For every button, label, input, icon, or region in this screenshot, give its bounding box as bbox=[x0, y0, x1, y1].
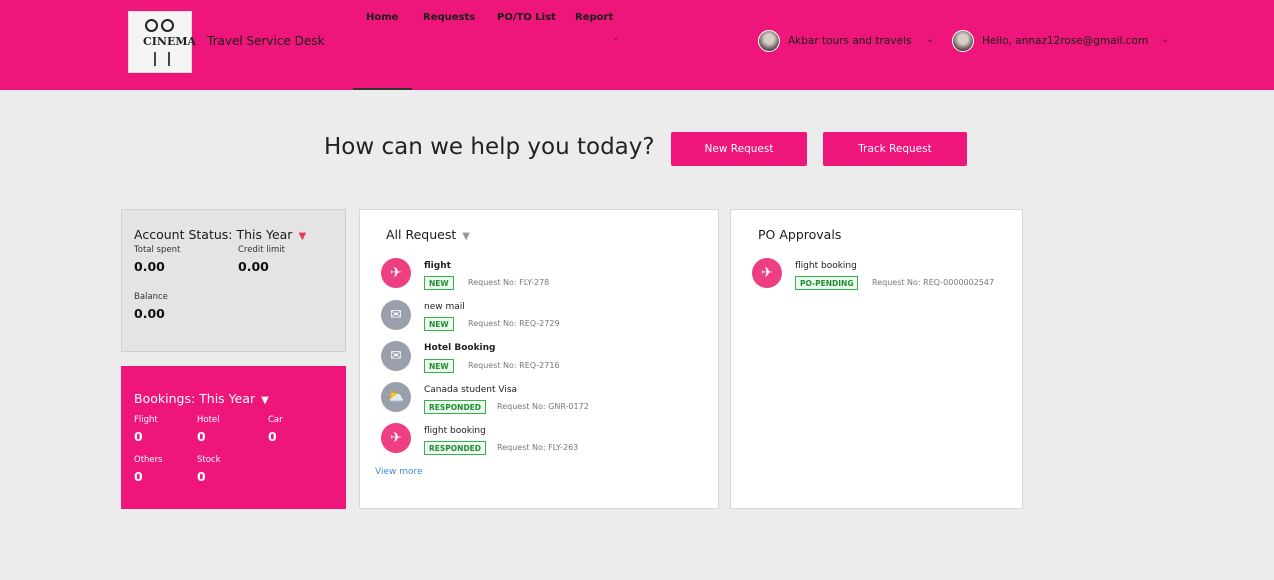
request-number: Request No: REQ-0000002547 bbox=[872, 278, 995, 287]
stock-label: Stock bbox=[197, 455, 221, 465]
balance-label: Balance bbox=[134, 292, 168, 302]
credit-limit-label: Credit limit bbox=[238, 245, 285, 255]
bookings-card: Bookings: This Year ▼ Flight 0 Hotel 0 Ca… bbox=[121, 366, 346, 509]
account-status-card: Account Status: This Year ▼ Total spent 0… bbox=[121, 209, 346, 352]
request-title[interactable]: new mail bbox=[424, 302, 465, 312]
top-navbar: CINEMA Travel Service Desk Home Requests… bbox=[0, 0, 1274, 90]
status-badge: NEW bbox=[424, 317, 454, 331]
flight-label: Flight bbox=[134, 415, 158, 425]
request-title[interactable]: flight bbox=[424, 261, 451, 271]
all-requests-title[interactable]: All Request ▼ bbox=[386, 227, 470, 242]
active-nav-indicator bbox=[353, 88, 412, 90]
mail-icon: ✉ bbox=[381, 300, 411, 330]
status-badge: NEW bbox=[424, 276, 454, 290]
nav-po-to-list[interactable]: PO/TO List bbox=[497, 12, 556, 23]
weather-icon: ⛅ bbox=[381, 382, 411, 412]
status-badge: RESPONDED bbox=[424, 400, 487, 414]
logo-text: CINEMA bbox=[143, 35, 197, 48]
hotel-value: 0 bbox=[197, 429, 206, 444]
request-number: Request No: FLY-263 bbox=[497, 443, 579, 452]
account-status-title[interactable]: Account Status: This Year ▼ bbox=[134, 227, 306, 242]
stock-value: 0 bbox=[197, 469, 206, 484]
request-title[interactable]: flight booking bbox=[795, 261, 857, 271]
bookings-title[interactable]: Bookings: This Year ▼ bbox=[134, 391, 269, 406]
request-title[interactable]: Canada student Visa bbox=[424, 385, 517, 395]
car-value: 0 bbox=[268, 429, 277, 444]
credit-limit-value: 0.00 bbox=[238, 259, 269, 274]
nav-requests[interactable]: Requests bbox=[423, 12, 475, 23]
tripod-icon bbox=[154, 52, 170, 66]
nav-home[interactable]: Home bbox=[366, 12, 398, 23]
plane-icon: ✈ bbox=[752, 258, 782, 288]
po-approvals-title: PO Approvals bbox=[758, 227, 842, 242]
hero-question: How can we help you today? bbox=[324, 134, 655, 160]
po-approvals-card: PO Approvals ✈ flight booking PO-PENDING… bbox=[730, 209, 1023, 509]
plane-icon: ✈ bbox=[381, 258, 411, 288]
balance-value: 0.00 bbox=[134, 306, 165, 321]
company-chevron-down-icon[interactable]: ⌄ bbox=[926, 34, 934, 45]
company-logo[interactable]: CINEMA bbox=[128, 11, 196, 73]
request-number: Request No: FLY-278 bbox=[468, 278, 550, 287]
caret-down-icon[interactable]: ▼ bbox=[261, 395, 269, 406]
film-reel-icon bbox=[145, 19, 158, 32]
request-title[interactable]: flight booking bbox=[424, 426, 486, 436]
status-badge: PO-PENDING bbox=[795, 276, 859, 290]
others-value: 0 bbox=[134, 469, 143, 484]
user-greeting[interactable]: Hello, annaz12rose@gmail.com bbox=[982, 35, 1148, 47]
view-more-link[interactable]: View more bbox=[375, 467, 423, 477]
nav-report[interactable]: Report bbox=[575, 12, 613, 23]
company-avatar[interactable] bbox=[758, 30, 780, 52]
film-reel-icon bbox=[161, 19, 174, 32]
user-avatar[interactable] bbox=[952, 30, 974, 52]
new-request-button[interactable]: New Request bbox=[671, 132, 807, 166]
status-badge: RESPONDED bbox=[424, 441, 487, 455]
car-label: Car bbox=[268, 415, 283, 425]
request-number: Request No: REQ-2716 bbox=[468, 361, 560, 370]
hotel-label: Hotel bbox=[197, 415, 220, 425]
all-requests-card: All Request ▼ ✈ flight NEW Request No: FL… bbox=[359, 209, 719, 509]
request-number: Request No: REQ-2729 bbox=[468, 319, 560, 328]
company-name[interactable]: Akbar tours and travels bbox=[788, 35, 911, 47]
app-title: Travel Service Desk bbox=[207, 34, 325, 48]
caret-down-icon[interactable]: ▼ bbox=[298, 231, 306, 242]
mail-icon: ✉ bbox=[381, 341, 411, 371]
caret-down-icon[interactable]: ▼ bbox=[462, 231, 470, 242]
status-badge: NEW bbox=[424, 359, 454, 373]
total-spent-value: 0.00 bbox=[134, 259, 165, 274]
others-label: Others bbox=[134, 455, 163, 465]
flight-value: 0 bbox=[134, 429, 143, 444]
track-request-button[interactable]: Track Request bbox=[823, 132, 967, 166]
request-title[interactable]: Hotel Booking bbox=[424, 343, 496, 353]
plane-icon: ✈ bbox=[381, 423, 411, 453]
report-chevron-down-icon[interactable]: ⌄ bbox=[612, 33, 620, 43]
total-spent-label: Total spent bbox=[134, 245, 181, 255]
user-chevron-down-icon[interactable]: ⌄ bbox=[1161, 34, 1169, 45]
request-number: Request No: GNR-0172 bbox=[497, 402, 589, 411]
